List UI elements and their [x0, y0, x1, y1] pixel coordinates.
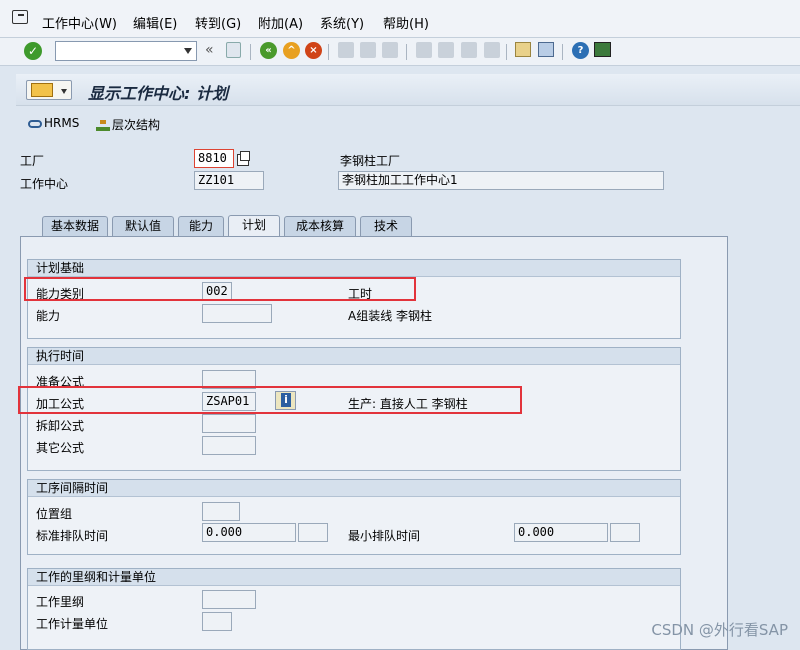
page-title: 显示工作中心: 计划 — [88, 84, 228, 103]
group-title: 执行时间 — [28, 348, 680, 365]
print-icon[interactable] — [338, 42, 354, 58]
toolbar-separator — [562, 44, 563, 60]
workcenter-field[interactable]: ZZ101 — [194, 171, 264, 190]
object-services-icon — [31, 83, 53, 97]
next-page-icon[interactable] — [461, 42, 477, 58]
shortcut-icon[interactable] — [538, 42, 554, 57]
highlight-box — [24, 277, 416, 301]
help-icon[interactable]: ? — [572, 42, 589, 59]
min-queue-unit-field[interactable] — [610, 523, 640, 542]
command-field[interactable] — [55, 41, 197, 61]
work-unit-label: 工作计量单位 — [36, 617, 109, 631]
tab-capacity[interactable]: 能力 — [178, 216, 224, 236]
tab-technology[interactable]: 技术 — [360, 216, 412, 236]
teardown-formula-label: 拆卸公式 — [36, 419, 85, 433]
menu-bar: 工作中心(W) 编辑(E) 转到(G) 附加(A) 系统(Y) 帮助(H) — [0, 0, 800, 38]
cancel-icon[interactable]: × — [305, 42, 322, 59]
last-page-icon[interactable] — [484, 42, 500, 58]
capacity-description: A组装线 李钢柱 — [348, 309, 433, 323]
chevron-down-icon — [61, 89, 67, 94]
teardown-formula-field[interactable] — [202, 414, 256, 433]
copy-icon[interactable] — [237, 151, 250, 166]
plant-label: 工厂 — [20, 154, 45, 168]
location-group-label: 位置组 — [36, 507, 73, 521]
exit-icon[interactable]: ^ — [283, 42, 300, 59]
plant-field[interactable]: 8810 — [194, 149, 234, 168]
other-formula-field[interactable] — [202, 436, 256, 455]
new-session-icon[interactable] — [515, 42, 531, 57]
hrms-button[interactable]: HRMS — [28, 116, 79, 130]
system-menu-icon[interactable] — [12, 10, 28, 24]
toolbar-separator — [328, 44, 329, 60]
toolbar-separator — [406, 44, 407, 60]
first-page-icon[interactable] — [416, 42, 432, 58]
location-group-field[interactable] — [202, 502, 240, 521]
enter-icon[interactable]: ✓ — [24, 42, 42, 60]
work-dimension-label: 工作里纲 — [36, 595, 85, 609]
highlight-box — [18, 386, 522, 414]
plant-description: 李钢柱工厂 — [340, 154, 401, 168]
services-for-object-button[interactable] — [26, 80, 72, 100]
group-title: 工序间隔时间 — [28, 480, 680, 497]
watermark: CSDN @外行看SAP — [651, 621, 788, 639]
min-queue-label: 最小排队时间 — [348, 529, 421, 543]
menu-workcenter[interactable]: 工作中心(W) — [42, 13, 117, 32]
hrms-label: HRMS — [44, 116, 80, 130]
capacity-field[interactable] — [202, 304, 272, 323]
std-queue-field[interactable]: 0.000 — [202, 523, 296, 542]
work-dimension-field[interactable] — [202, 590, 256, 609]
toolbar-separator — [250, 44, 251, 60]
tab-default-values[interactable]: 默认值 — [112, 216, 174, 236]
capacity-label: 能力 — [36, 309, 61, 323]
tab-scheduling[interactable]: 计划 — [228, 215, 280, 236]
hierarchy-icon — [96, 119, 110, 132]
tab-basic-data[interactable]: 基本数据 — [42, 216, 108, 236]
std-queue-unit-field[interactable] — [298, 523, 328, 542]
hierarchy-label: 层次结构 — [112, 118, 161, 132]
previous-page-icon[interactable] — [438, 42, 454, 58]
other-formula-label: 其它公式 — [36, 441, 85, 455]
std-queue-label: 标准排队时间 — [36, 529, 109, 543]
workcenter-label: 工作中心 — [20, 177, 69, 191]
min-queue-field[interactable]: 0.000 — [514, 523, 608, 542]
standard-toolbar: ✓ « « ^ × ? — [0, 38, 800, 66]
save-icon[interactable] — [226, 42, 241, 58]
chevron-down-icon[interactable] — [184, 48, 192, 54]
group-work-unit: 工作的里纲和计量单位 — [27, 568, 681, 650]
tab-costing[interactable]: 成本核算 — [284, 216, 356, 236]
link-icon — [28, 119, 42, 128]
hierarchy-button[interactable]: 层次结构 — [96, 116, 160, 133]
application-toolbar: HRMS 层次结构 — [16, 107, 800, 139]
menu-system[interactable]: 系统(Y) — [320, 13, 364, 32]
screen-title-bar: 显示工作中心: 计划 — [16, 74, 800, 106]
work-unit-field[interactable] — [202, 612, 232, 631]
double-chevron-left-icon[interactable]: « — [205, 42, 214, 60]
group-title: 工作的里纲和计量单位 — [28, 569, 680, 586]
menu-extras[interactable]: 附加(A) — [258, 13, 303, 32]
layout-icon[interactable] — [594, 42, 611, 57]
menu-help[interactable]: 帮助(H) — [383, 13, 429, 32]
back-icon[interactable]: « — [260, 42, 277, 59]
workcenter-description: 李钢柱加工工作中心1 — [338, 171, 664, 190]
menu-edit[interactable]: 编辑(E) — [133, 13, 177, 32]
find-next-icon[interactable] — [382, 42, 398, 58]
find-icon[interactable] — [360, 42, 376, 58]
group-title: 计划基础 — [28, 260, 680, 277]
menu-goto[interactable]: 转到(G) — [195, 13, 241, 32]
toolbar-separator — [506, 44, 507, 60]
